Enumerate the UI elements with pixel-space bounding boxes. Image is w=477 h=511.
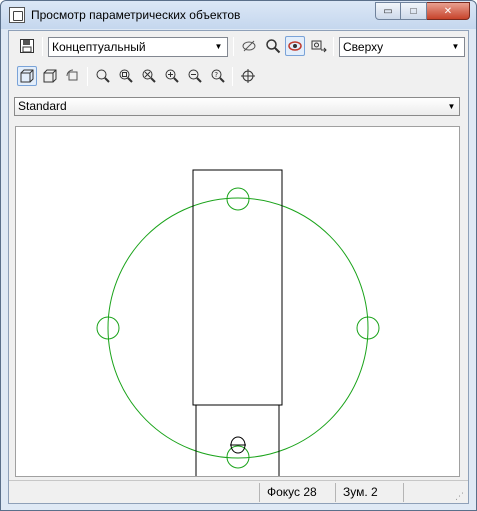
- grip-circle-bottom: [226, 445, 250, 469]
- zoom-in-icon[interactable]: [162, 66, 182, 86]
- zoom-out-icon[interactable]: [185, 66, 205, 86]
- zoom-extents-icon[interactable]: [139, 66, 159, 86]
- app-icon: [9, 7, 25, 23]
- chevron-down-icon: ▼: [214, 42, 223, 51]
- window-title: Просмотр параметрических объектов: [31, 8, 241, 22]
- zoom-window-icon[interactable]: [116, 66, 136, 86]
- box-view-icon[interactable]: [40, 66, 60, 86]
- focus-readout: Фокус 28: [267, 485, 317, 499]
- minimize-button[interactable]: ▭: [375, 2, 401, 20]
- rotate-view-icon[interactable]: [63, 66, 83, 86]
- parametric-viewer-window: Просмотр параметрических объектов ▭ □ ✕ …: [0, 0, 477, 511]
- zoom-readout: Зум. 2: [343, 485, 378, 499]
- block-rect-upper: [192, 169, 283, 406]
- camera-icon[interactable]: [309, 36, 329, 56]
- pan-target-icon[interactable]: [238, 66, 258, 86]
- zoom-realtime-icon[interactable]: [93, 66, 113, 86]
- constraint-circle-large: [107, 197, 369, 459]
- status-bar: Фокус 28 Зум. 2 ⋰: [9, 480, 468, 503]
- close-button[interactable]: ✕: [427, 2, 470, 20]
- maximize-button[interactable]: □: [401, 2, 427, 20]
- view-direction-select[interactable]: Сверху ▼: [339, 37, 465, 57]
- parametric-drawing: [96, 169, 380, 486]
- grip-circle-top: [226, 187, 250, 211]
- hide-icon[interactable]: [239, 36, 259, 56]
- toolbar-view: ?: [13, 64, 465, 90]
- caption-buttons: ▭ □ ✕: [375, 2, 470, 20]
- chevron-down-icon: ▼: [447, 102, 456, 111]
- resize-grip-icon[interactable]: ⋰: [455, 491, 465, 501]
- toolbar-top: Концептуальный ▼ Сверху ▼: [13, 34, 465, 60]
- block-rect-lower: [195, 404, 280, 486]
- zoom-help-icon[interactable]: ?: [208, 66, 228, 86]
- save-icon[interactable]: [17, 36, 37, 56]
- client-area: Концептуальный ▼ Сверху ▼ ? Standard ▼ Ф…: [8, 30, 469, 504]
- visual-style-value: Концептуальный: [52, 40, 146, 54]
- named-style-select[interactable]: Standard ▼: [14, 97, 460, 116]
- visual-style-select[interactable]: Концептуальный ▼: [48, 37, 228, 57]
- close-icon: ✕: [443, 5, 453, 17]
- svg-text:?: ?: [214, 71, 218, 79]
- view-direction-value: Сверху: [343, 40, 384, 54]
- orbit-icon[interactable]: [285, 36, 305, 56]
- title-bar[interactable]: Просмотр параметрических объектов ▭ □ ✕: [1, 1, 476, 29]
- zoom-icon[interactable]: [263, 36, 283, 56]
- chevron-down-icon: ▼: [451, 42, 460, 51]
- maximize-icon: □: [410, 5, 417, 17]
- minimize-icon: ▭: [383, 5, 393, 17]
- named-style-value: Standard: [18, 99, 67, 113]
- drawing-viewport[interactable]: [15, 126, 460, 486]
- view-3d-icon[interactable]: [17, 66, 37, 86]
